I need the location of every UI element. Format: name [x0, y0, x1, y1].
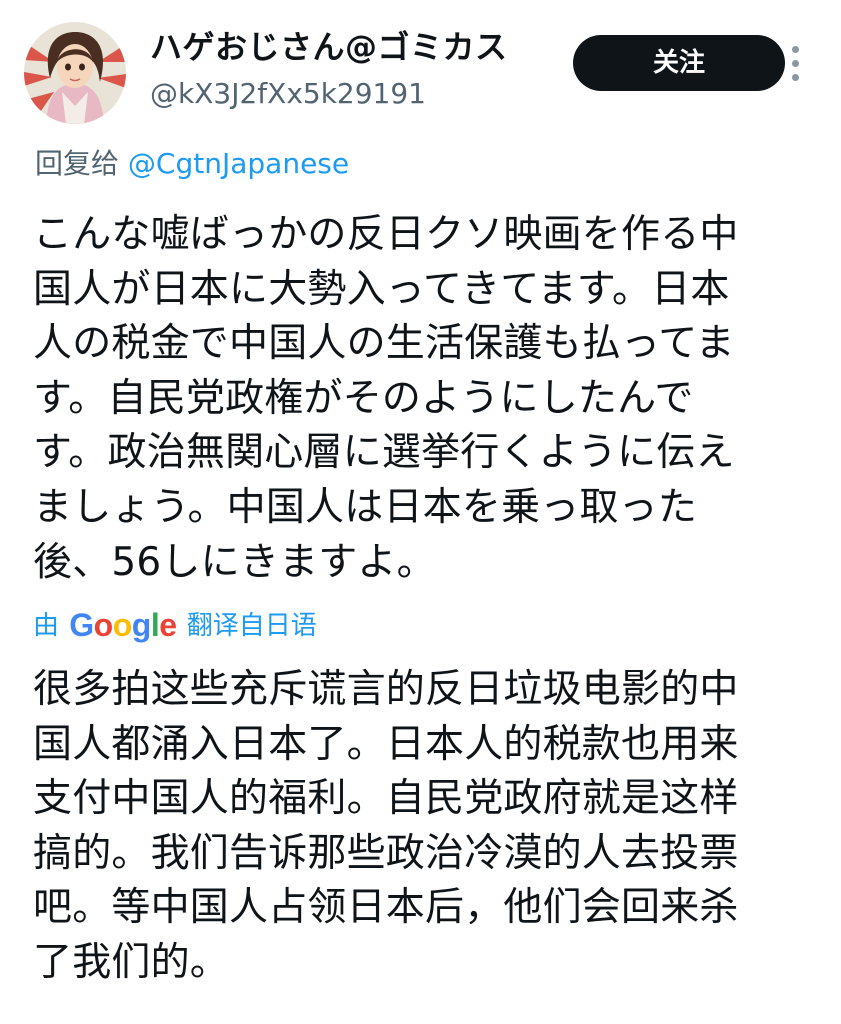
more-dot: [792, 74, 799, 81]
translated-text-line: 国人都涌入日本了。日本人的税款也用来: [33, 721, 739, 767]
post-text-line: 国人が日本に大勢入ってきてます。日本: [33, 266, 730, 312]
translated-text-line: 很多拍这些充斥谎言的反日垃圾电影的中: [33, 667, 739, 712]
reply-mention-link[interactable]: @CgtnJapanese: [128, 147, 349, 180]
post-text-line: 人の税金で中国人の生活保護も払ってま: [33, 321, 735, 367]
translated-text-line: 吧。等中国人占领日本后，他们会回来杀: [33, 885, 739, 931]
tweet-header: ハゲおじさん@ゴミカス @kX3J2fXx5k29191 关注: [0, 0, 841, 135]
translate-suffix: 翻译自日语: [186, 611, 317, 641]
translated-text-line: 搞的。我们告诉那些政治冷漠的人去投票: [33, 830, 739, 876]
avatar-illustration: [24, 22, 126, 124]
translated-text-line: 支付中国人的福利。自民党政府就是这样: [33, 776, 739, 822]
reply-prefix: 回复给: [35, 147, 120, 180]
translate-prefix: 由: [33, 611, 60, 641]
translated-text-line: 了我们的。: [33, 939, 230, 985]
more-dot: [792, 60, 799, 67]
post-text-line: ましょう。中国人は日本を乗っ取った: [33, 484, 698, 530]
google-logo: Google: [69, 607, 177, 643]
post-text-line: こんな嘘ばっかの反日クソ映画を作る中: [33, 212, 739, 257]
reply-context: 回复给 @CgtnJapanese: [35, 144, 349, 184]
more-vertical-icon[interactable]: [784, 40, 810, 88]
translated-by-google-link[interactable]: 由 Google 翻译自日语: [33, 605, 317, 646]
follow-button[interactable]: 关注: [573, 35, 785, 91]
display-name[interactable]: ハゲおじさん@ゴミカス: [150, 26, 508, 68]
more-dot: [792, 46, 799, 53]
user-avatar[interactable]: [24, 22, 126, 124]
post-text-line: 後、56しにきますよ。: [33, 539, 436, 585]
user-handle[interactable]: @kX3J2fXx5k29191: [150, 76, 426, 112]
translated-post-text: 很多拍这些充斥谎言的反日垃圾电影的中 国人都涌入日本了。日本人的税款也用来 支付…: [33, 663, 823, 991]
post-text-line: す。政治無関心層に選挙行くように伝え: [33, 430, 735, 476]
post-text: こんな嘘ばっかの反日クソ映画を作る中 国人が日本に大勢入ってきてます。日本 人の…: [33, 208, 823, 590]
post-text-line: す。自民党政権がそのようにしたんで: [33, 375, 694, 421]
